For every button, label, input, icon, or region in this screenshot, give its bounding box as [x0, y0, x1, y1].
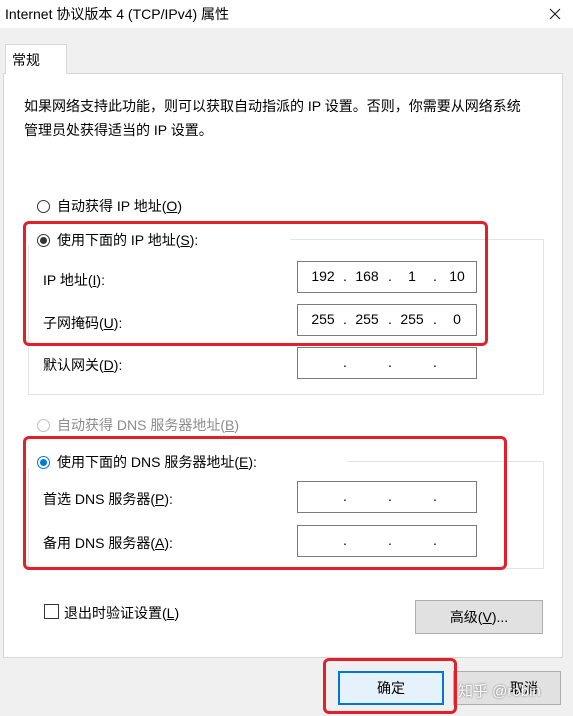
- auto-ip-label[interactable]: 自动获得 IP 地址(O): [57, 196, 182, 216]
- default-gateway-label: 默认网关(D):: [43, 357, 123, 373]
- advanced-button[interactable]: 高级(V)...: [415, 600, 543, 634]
- highlight-ok-button: [323, 658, 457, 714]
- highlight-dns-manual: [23, 436, 507, 570]
- highlight-ip-manual: [23, 221, 488, 346]
- description-text: 如果网络支持此功能，则可以获取自动指派的 IP 设置。否则，你需要从网络系统管理…: [24, 98, 521, 138]
- validate-on-exit-label[interactable]: 退出时验证设置(L): [64, 603, 179, 623]
- window-title: Internet 协议版本 4 (TCP/IPv4) 属性: [5, 6, 230, 22]
- tab-general-label: 常规: [12, 52, 40, 68]
- watermark-text: 知乎 @robin: [458, 683, 541, 700]
- auto-dns-label[interactable]: 自动获得 DNS 服务器地址(B): [57, 415, 239, 435]
- validate-on-exit-checkbox[interactable]: [44, 604, 59, 619]
- close-icon: [549, 8, 560, 20]
- default-gateway-field[interactable]: . . .: [297, 347, 477, 379]
- close-button[interactable]: [536, 0, 573, 28]
- radio-auto-dns[interactable]: [37, 419, 50, 432]
- radio-auto-ip[interactable]: [37, 200, 50, 213]
